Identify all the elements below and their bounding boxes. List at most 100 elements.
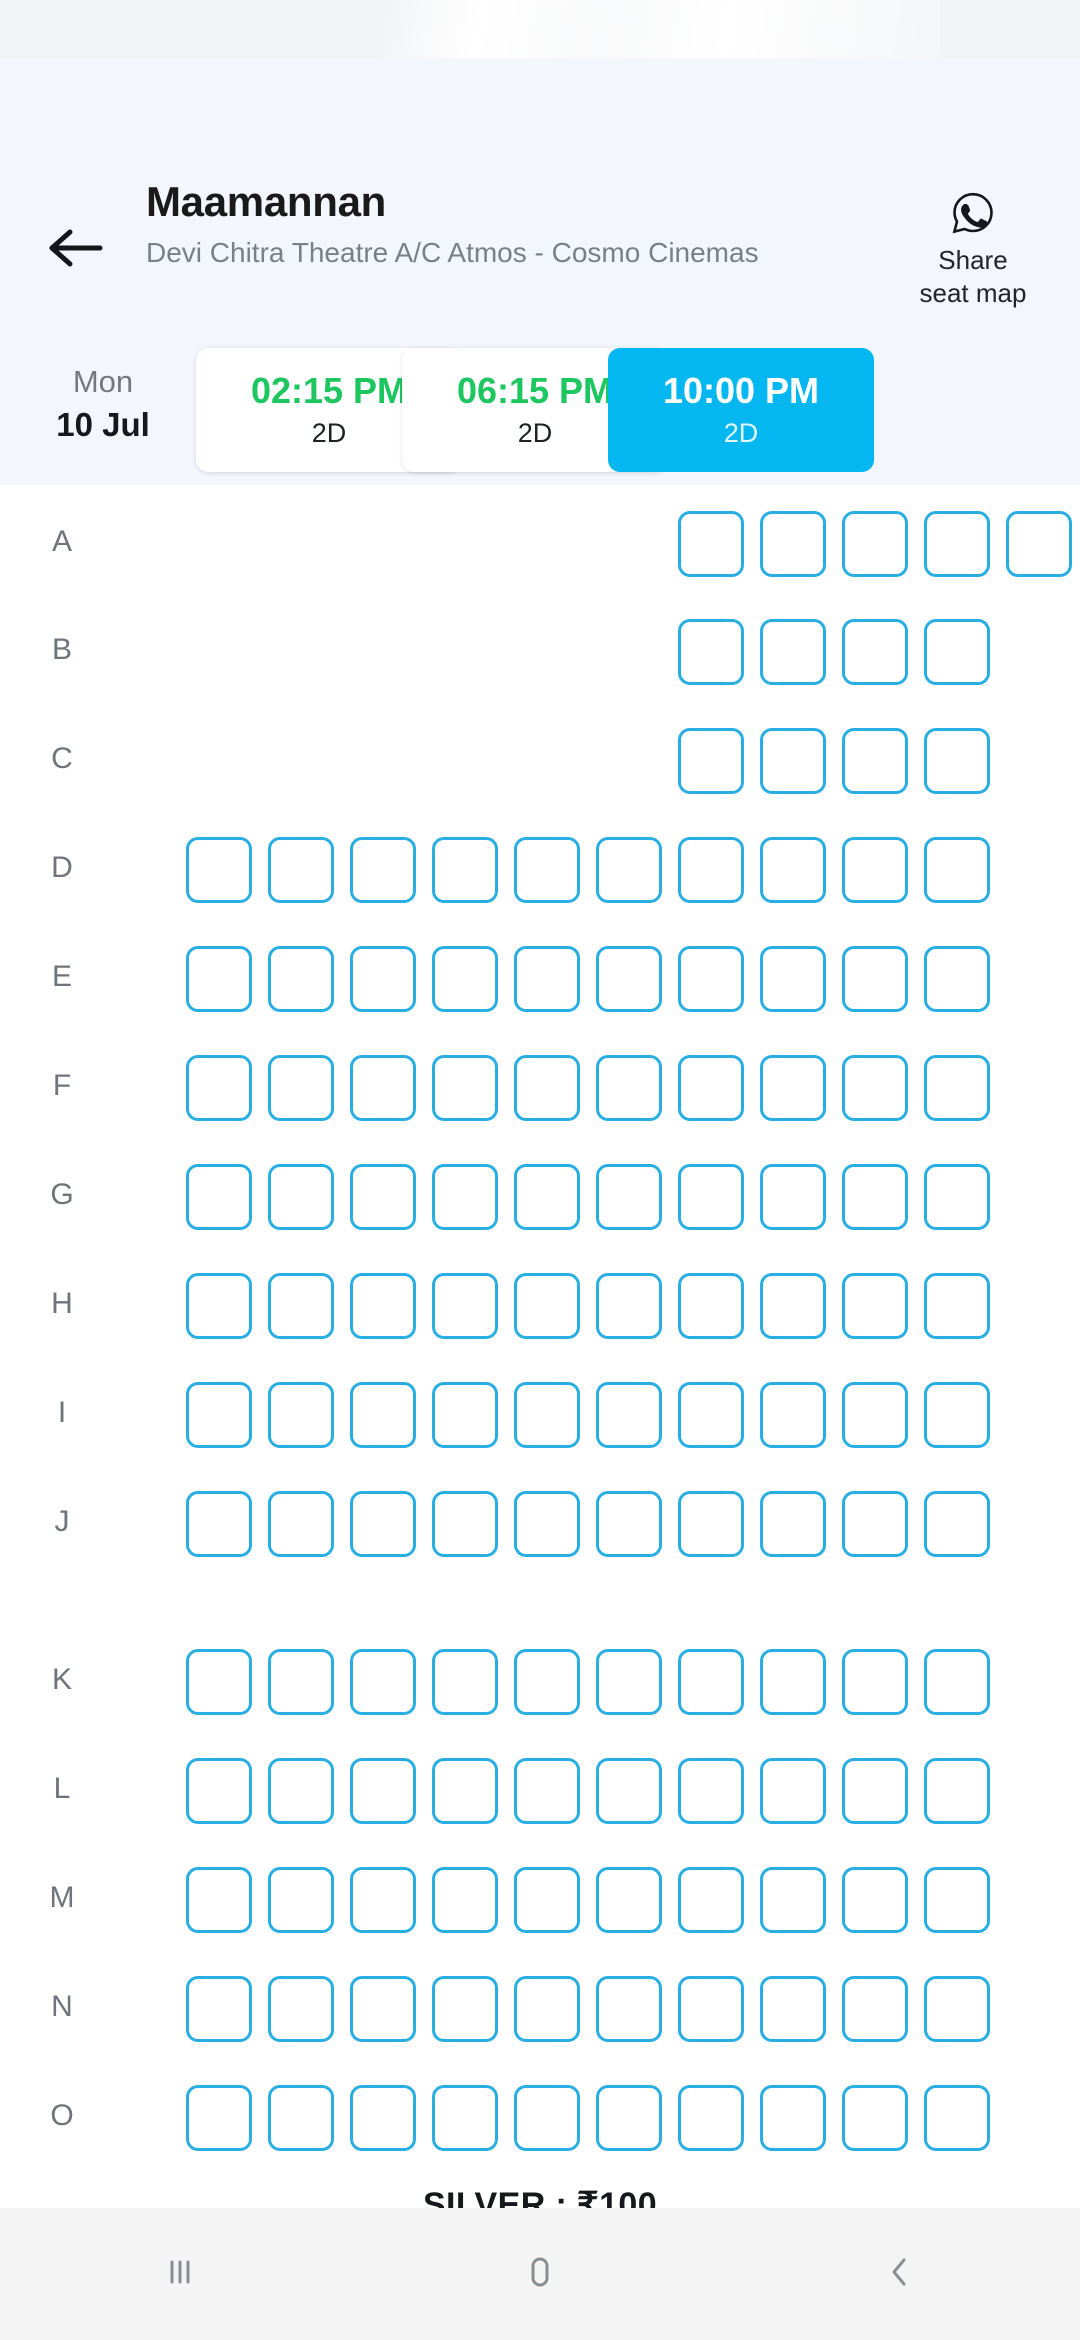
- seat[interactable]: [924, 2085, 990, 2151]
- seat[interactable]: [350, 1164, 416, 1230]
- seat[interactable]: [432, 1867, 498, 1933]
- seat[interactable]: [186, 1382, 252, 1448]
- seat[interactable]: [760, 1273, 826, 1339]
- seat[interactable]: [432, 1382, 498, 1448]
- seat[interactable]: [268, 2085, 334, 2151]
- seat[interactable]: [760, 1867, 826, 1933]
- seat[interactable]: [514, 1491, 580, 1557]
- seat[interactable]: [678, 1055, 744, 1121]
- home-button[interactable]: [465, 2208, 615, 2340]
- seat[interactable]: [268, 1758, 334, 1824]
- seat[interactable]: [760, 619, 826, 685]
- seat[interactable]: [842, 1055, 908, 1121]
- seat[interactable]: [186, 2085, 252, 2151]
- seat[interactable]: [842, 1273, 908, 1339]
- seat[interactable]: [924, 1976, 990, 2042]
- seat[interactable]: [842, 2085, 908, 2151]
- seat[interactable]: [760, 1164, 826, 1230]
- seat[interactable]: [350, 1382, 416, 1448]
- seat[interactable]: [924, 728, 990, 794]
- seat[interactable]: [842, 1867, 908, 1933]
- seat[interactable]: [842, 1649, 908, 1715]
- seat[interactable]: [186, 837, 252, 903]
- seat[interactable]: [842, 946, 908, 1012]
- seat[interactable]: [678, 1273, 744, 1339]
- seat[interactable]: [432, 1164, 498, 1230]
- seat[interactable]: [678, 2085, 744, 2151]
- seat[interactable]: [514, 837, 580, 903]
- seat[interactable]: [514, 1649, 580, 1715]
- seat[interactable]: [268, 1382, 334, 1448]
- seat[interactable]: [842, 619, 908, 685]
- seat[interactable]: [432, 1273, 498, 1339]
- seat[interactable]: [350, 837, 416, 903]
- seat[interactable]: [350, 2085, 416, 2151]
- seat[interactable]: [268, 1164, 334, 1230]
- seat[interactable]: [432, 1976, 498, 2042]
- seat[interactable]: [186, 1758, 252, 1824]
- seat[interactable]: [760, 2085, 826, 2151]
- seat[interactable]: [924, 1649, 990, 1715]
- seat[interactable]: [678, 1649, 744, 1715]
- seat[interactable]: [1006, 511, 1072, 577]
- seat[interactable]: [350, 1867, 416, 1933]
- seat[interactable]: [678, 511, 744, 577]
- seat[interactable]: [350, 1649, 416, 1715]
- seat[interactable]: [350, 1273, 416, 1339]
- seat[interactable]: [186, 1164, 252, 1230]
- seat[interactable]: [432, 1758, 498, 1824]
- seat[interactable]: [268, 1273, 334, 1339]
- seat[interactable]: [760, 1491, 826, 1557]
- seat[interactable]: [514, 946, 580, 1012]
- seat[interactable]: [350, 946, 416, 1012]
- showtime-card-2[interactable]: 10:00 PM 2D: [608, 348, 874, 472]
- seat[interactable]: [514, 2085, 580, 2151]
- seat[interactable]: [678, 1976, 744, 2042]
- seat[interactable]: [678, 1491, 744, 1557]
- seat[interactable]: [842, 837, 908, 903]
- seat[interactable]: [596, 1649, 662, 1715]
- seat[interactable]: [596, 837, 662, 903]
- seat[interactable]: [842, 1164, 908, 1230]
- seat[interactable]: [350, 1491, 416, 1557]
- seat[interactable]: [760, 1976, 826, 2042]
- seat[interactable]: [432, 1649, 498, 1715]
- seat[interactable]: [514, 1758, 580, 1824]
- seat[interactable]: [842, 728, 908, 794]
- seat[interactable]: [268, 837, 334, 903]
- back-button[interactable]: [825, 2208, 975, 2340]
- seat[interactable]: [924, 837, 990, 903]
- seat[interactable]: [678, 1164, 744, 1230]
- seat[interactable]: [760, 946, 826, 1012]
- seat[interactable]: [186, 1491, 252, 1557]
- share-seat-map-button[interactable]: Share seat map: [890, 190, 1056, 311]
- seat[interactable]: [842, 1758, 908, 1824]
- seat[interactable]: [924, 1055, 990, 1121]
- seat[interactable]: [514, 1164, 580, 1230]
- seat[interactable]: [350, 1758, 416, 1824]
- seat[interactable]: [924, 1273, 990, 1339]
- seat[interactable]: [924, 1867, 990, 1933]
- seat[interactable]: [842, 1382, 908, 1448]
- seat[interactable]: [924, 1758, 990, 1824]
- seat[interactable]: [760, 1758, 826, 1824]
- seat[interactable]: [596, 1867, 662, 1933]
- seat[interactable]: [760, 1649, 826, 1715]
- seat[interactable]: [678, 946, 744, 1012]
- recents-button[interactable]: [105, 2208, 255, 2340]
- seat[interactable]: [924, 1164, 990, 1230]
- seat[interactable]: [350, 1976, 416, 2042]
- seat[interactable]: [924, 1491, 990, 1557]
- seat[interactable]: [268, 1055, 334, 1121]
- seat[interactable]: [186, 1976, 252, 2042]
- seat[interactable]: [514, 1867, 580, 1933]
- seat[interactable]: [432, 946, 498, 1012]
- seat[interactable]: [596, 1382, 662, 1448]
- seat[interactable]: [760, 728, 826, 794]
- seat[interactable]: [842, 1976, 908, 2042]
- seat[interactable]: [678, 1382, 744, 1448]
- seat[interactable]: [514, 1382, 580, 1448]
- seat[interactable]: [596, 1055, 662, 1121]
- seat[interactable]: [924, 946, 990, 1012]
- seat[interactable]: [842, 511, 908, 577]
